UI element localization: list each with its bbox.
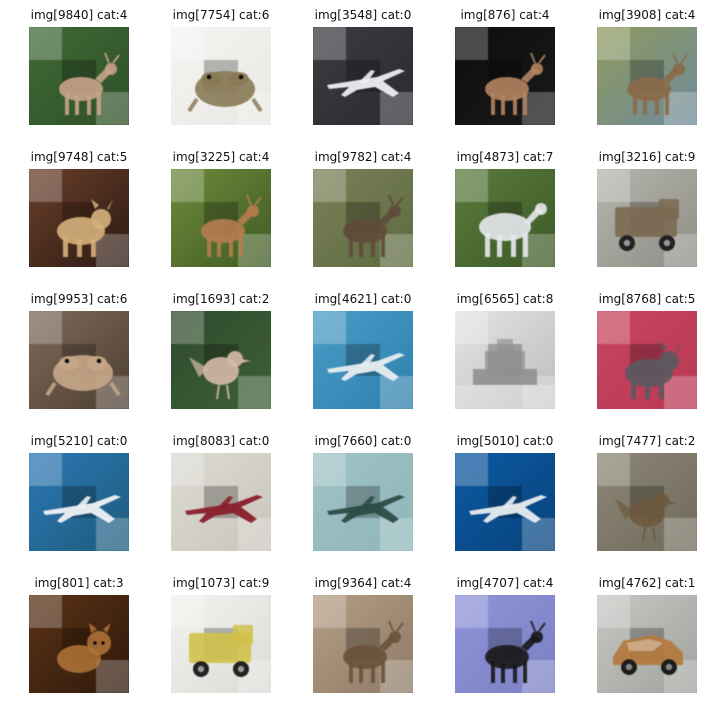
image-tile: img[9953] cat:6: [29, 284, 129, 410]
image-tile: img[5010] cat:0: [455, 426, 555, 552]
image-tile: img[801] cat:3: [29, 568, 129, 694]
image-caption: img[5210] cat:0: [30, 434, 128, 448]
image-caption: img[4873] cat:7: [456, 150, 554, 164]
image-caption: img[9364] cat:4: [314, 576, 412, 590]
image-thumbnail: [29, 595, 129, 693]
image-thumbnail: [455, 27, 555, 125]
image-caption: img[3216] cat:9: [598, 150, 696, 164]
image-caption: img[3225] cat:4: [172, 150, 270, 164]
image-thumbnail: [313, 27, 413, 125]
image-tile: img[9782] cat:4: [313, 142, 413, 268]
image-thumbnail: [171, 453, 271, 551]
image-caption: img[801] cat:3: [34, 576, 124, 590]
image-caption: img[876] cat:4: [460, 8, 550, 22]
image-tile: img[4621] cat:0: [313, 284, 413, 410]
image-tile: img[3908] cat:4: [597, 0, 697, 126]
image-caption: img[4707] cat:4: [456, 576, 554, 590]
image-thumbnail: [171, 595, 271, 693]
image-caption: img[8768] cat:5: [598, 292, 696, 306]
image-thumbnail: [313, 595, 413, 693]
image-caption: img[3548] cat:0: [314, 8, 412, 22]
image-thumbnail: [455, 311, 555, 409]
image-thumbnail: [29, 27, 129, 125]
image-tile: img[4762] cat:1: [597, 568, 697, 694]
image-thumbnail: [29, 169, 129, 267]
image-thumbnail: [597, 595, 697, 693]
image-caption: img[5010] cat:0: [456, 434, 554, 448]
image-tile: img[7754] cat:6: [171, 0, 271, 126]
image-caption: img[7477] cat:2: [598, 434, 696, 448]
image-tile: img[8768] cat:5: [597, 284, 697, 410]
image-thumbnail: [171, 169, 271, 267]
image-thumbnail: [171, 27, 271, 125]
image-caption: img[4621] cat:0: [314, 292, 412, 306]
image-tile: img[1693] cat:2: [171, 284, 271, 410]
image-thumbnail: [313, 311, 413, 409]
image-caption: img[9840] cat:4: [30, 8, 128, 22]
image-thumbnail: [455, 453, 555, 551]
image-tile: img[4873] cat:7: [455, 142, 555, 268]
image-tile: img[5210] cat:0: [29, 426, 129, 552]
image-tile: img[876] cat:4: [455, 0, 555, 126]
image-tile: img[9364] cat:4: [313, 568, 413, 694]
image-thumbnail: [313, 453, 413, 551]
image-caption: img[6565] cat:8: [456, 292, 554, 306]
image-caption: img[7660] cat:0: [314, 434, 412, 448]
image-tile: img[8083] cat:0: [171, 426, 271, 552]
image-thumbnail: [29, 453, 129, 551]
image-tile: img[1073] cat:9: [171, 568, 271, 694]
image-thumbnail: [455, 169, 555, 267]
image-caption: img[9782] cat:4: [314, 150, 412, 164]
image-thumbnail: [29, 311, 129, 409]
image-caption: img[7754] cat:6: [172, 8, 270, 22]
image-caption: img[8083] cat:0: [172, 434, 270, 448]
image-tile: img[9748] cat:5: [29, 142, 129, 268]
image-thumbnail: [455, 595, 555, 693]
image-caption: img[1693] cat:2: [172, 292, 270, 306]
image-thumbnail: [597, 453, 697, 551]
image-caption: img[9953] cat:6: [30, 292, 128, 306]
image-tile: img[6565] cat:8: [455, 284, 555, 410]
image-tile: img[3225] cat:4: [171, 142, 271, 268]
image-thumbnail: [597, 169, 697, 267]
image-thumbnail: [313, 169, 413, 267]
image-tile: img[4707] cat:4: [455, 568, 555, 694]
image-thumbnail: [171, 311, 271, 409]
image-caption: img[1073] cat:9: [172, 576, 270, 590]
image-caption: img[3908] cat:4: [598, 8, 696, 22]
image-tile: img[3548] cat:0: [313, 0, 413, 126]
image-grid: img[9840] cat:4 img[7754] cat:6 img[3548…: [0, 0, 720, 720]
image-caption: img[4762] cat:1: [598, 576, 696, 590]
image-tile: img[3216] cat:9: [597, 142, 697, 268]
image-tile: img[7660] cat:0: [313, 426, 413, 552]
image-caption: img[9748] cat:5: [30, 150, 128, 164]
image-tile: img[9840] cat:4: [29, 0, 129, 126]
image-thumbnail: [597, 27, 697, 125]
image-thumbnail: [597, 311, 697, 409]
image-tile: img[7477] cat:2: [597, 426, 697, 552]
